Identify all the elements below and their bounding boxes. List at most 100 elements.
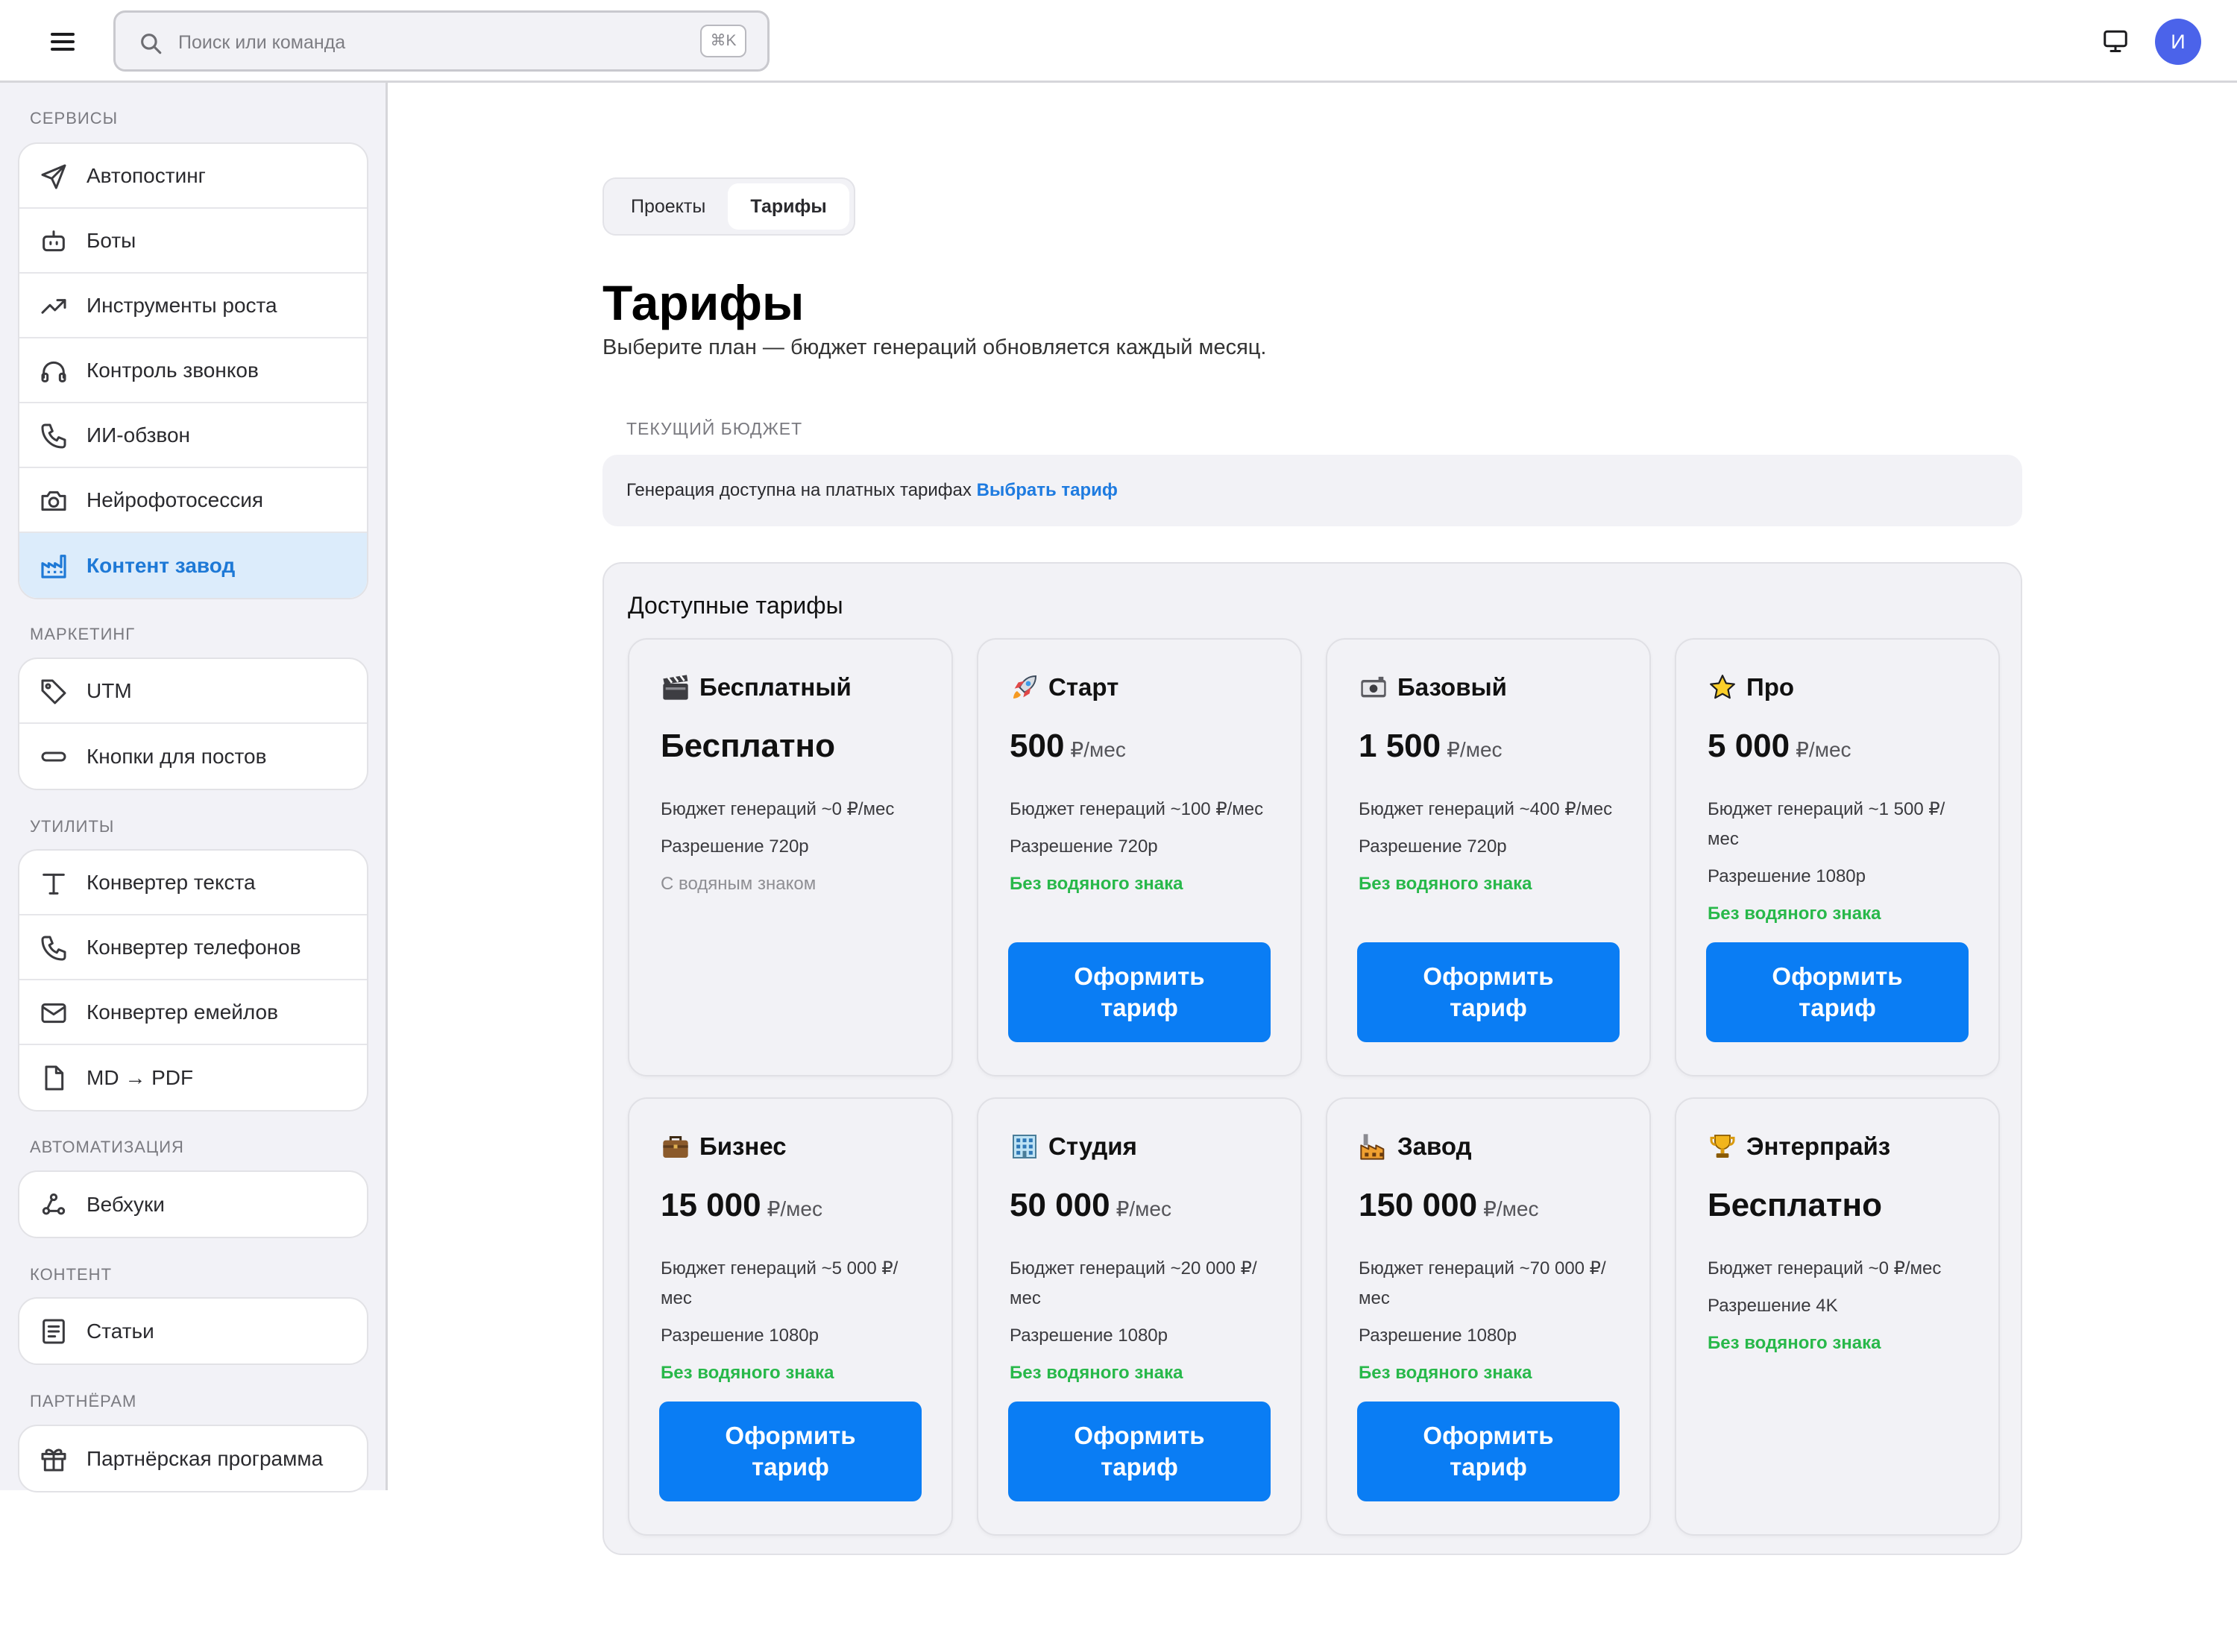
tab-projects[interactable]: Проекты (608, 183, 728, 230)
sidebar-item-label: Нейрофотосессия (86, 488, 264, 511)
plan-feature-resolution: Разрешение 1080p (661, 1325, 819, 1346)
sidebar-item-label: ИИ-обзвон (86, 423, 191, 447)
sidebar-item-autoposting[interactable]: Автопостинг (19, 144, 367, 209)
plans-title: Доступные тарифы (628, 592, 843, 619)
subscribe-button-line2: тариф (1101, 1453, 1178, 1481)
plan-card-header: Бизнес (661, 1132, 787, 1161)
plan-feature-watermark: Без водяного знака (1010, 1363, 1183, 1383)
sidebar-item-label: Контроль звонков (86, 358, 259, 382)
factory-icon (41, 555, 66, 578)
sidebar-item-md-to-pdf[interactable]: MD → PDF (19, 1045, 367, 1110)
subscribe-button[interactable]: Оформить тариф (1706, 942, 1969, 1042)
sidebar-item-email-converter[interactable]: Конвертер емейлов (19, 980, 367, 1045)
hamburger-menu-icon[interactable] (48, 30, 78, 54)
plan-card-free: Бесплатный Бесплатно Бюджет генераций ~0… (628, 638, 953, 1076)
sidebar-group-marketing: UTM Кнопки для постов (18, 658, 368, 790)
choose-plan-link[interactable]: Выбрать тариф (977, 480, 1118, 500)
send-icon (41, 164, 66, 189)
sidebar-item-phone-converter[interactable]: Конвертер телефонов (19, 915, 367, 980)
plan-feature-resolution: Разрешение 720p (1010, 836, 1158, 857)
plan-features: Бюджет генераций ~400 ₽/мес Разрешение 7… (1359, 795, 1627, 907)
plan-price-value: 50 000 (1010, 1187, 1110, 1223)
plan-price-value: 5 000 (1708, 728, 1790, 764)
subscribe-button-line1: Оформить (725, 1422, 856, 1449)
sidebar-item-partner-program[interactable]: Партнёрская программа (19, 1426, 367, 1491)
sidebar-item-label: Партнёрская программа (86, 1446, 324, 1470)
section-title-automation: Автоматизация (30, 1138, 184, 1156)
sidebar-item-call-control[interactable]: Контроль звонков (19, 338, 367, 403)
building-icon (1013, 1135, 1036, 1158)
plan-features: Бюджет генераций ~70 000 ₽/мес Разрешени… (1359, 1254, 1627, 1396)
budget-text-wrapper: Генерация доступна на платных тарифах Вы… (626, 480, 1118, 501)
plan-feature-watermark: С водяным знаком (661, 874, 817, 894)
plan-price: 500 ₽/мес (1010, 728, 1126, 765)
plan-price-value: Бесплатно (661, 728, 835, 764)
sidebar-item-neuro-photoshoot[interactable]: Нейрофотосессия (19, 468, 367, 533)
keyboard-shortcut-badge: ⌘K (700, 25, 746, 57)
sidebar-item-content-factory[interactable]: Контент завод (19, 533, 367, 598)
sidebar-item-post-buttons[interactable]: Кнопки для постов (19, 724, 367, 789)
trending-up-icon (41, 299, 66, 314)
monitor-icon[interactable] (2101, 28, 2130, 54)
plan-card-header: Завод (1359, 1132, 1472, 1161)
plan-card-factory: Завод 150 000 ₽/мес Бюджет генераций ~70 … (1326, 1097, 1651, 1536)
plan-feature-watermark: Без водяного знака (1359, 874, 1532, 894)
plan-price-value: Бесплатно (1708, 1187, 1882, 1223)
avatar[interactable]: И (2155, 19, 2201, 65)
plan-card-header: Бесплатный (661, 672, 852, 702)
sidebar-item-label: Контент завод (86, 553, 236, 577)
sidebar-group-automation: Вебхуки (18, 1170, 368, 1238)
sidebar-item-label: Автопостинг (86, 163, 206, 187)
sidebar-item-label: Вебхуки (86, 1192, 165, 1216)
mail-icon (41, 1003, 66, 1024)
sidebar-item-ai-calling[interactable]: ИИ-обзвон (19, 403, 367, 468)
plan-name: Базовый (1397, 673, 1507, 701)
subscribe-button-line1: Оформить (1423, 1422, 1554, 1449)
section-title-services: Сервисы (30, 109, 119, 127)
search-icon (141, 34, 162, 54)
plan-name: Завод (1397, 1132, 1472, 1160)
plan-feature-resolution: Разрешение 1080p (1010, 1325, 1168, 1346)
plan-feature-resolution: Разрешение 4K (1708, 1296, 1838, 1316)
plan-card-header: Энтерпрайз (1708, 1132, 1890, 1161)
sidebar-item-label: UTM (86, 678, 132, 702)
sidebar: Сервисы Автопостинг Боты Инструменты рос… (0, 83, 388, 1492)
page-subtitle: Выберите план — бюджет генераций обновля… (602, 335, 1267, 359)
button-pill-icon (41, 751, 66, 762)
plan-name: Студия (1048, 1132, 1137, 1160)
plan-feature-resolution: Разрешение 720p (1359, 836, 1507, 857)
page-title: Тарифы (602, 275, 805, 330)
subscribe-button[interactable]: Оформить тариф (1008, 1402, 1271, 1501)
sidebar-item-text-converter[interactable]: Конвертер текста (19, 851, 367, 915)
subscribe-button[interactable]: Оформить тариф (1008, 942, 1271, 1042)
sidebar-item-webhooks[interactable]: Вебхуки (19, 1172, 367, 1237)
search-box[interactable]: ⌘K (113, 10, 770, 72)
article-icon (43, 1319, 65, 1344)
tab-tariffs[interactable]: Тарифы (728, 183, 849, 230)
sidebar-item-label: Статьи (86, 1319, 154, 1343)
plan-feature-watermark: Без водяного знака (1010, 874, 1183, 894)
search-input[interactable] (178, 26, 655, 59)
section-title-content: Контент (30, 1265, 113, 1284)
top-bar: ⌘K И (0, 0, 2237, 83)
subscribe-button[interactable]: Оформить тариф (1357, 942, 1620, 1042)
sidebar-item-articles[interactable]: Статьи (19, 1299, 367, 1363)
plan-price: Бесплатно (661, 728, 841, 765)
sidebar-item-utm[interactable]: UTM (19, 659, 367, 724)
plan-price-unit: ₽/мес (1447, 738, 1503, 761)
webhook-icon (42, 1193, 66, 1215)
plan-feature-resolution: Разрешение 720p (661, 836, 809, 857)
subscribe-button[interactable]: Оформить тариф (1357, 1402, 1620, 1501)
plan-card-header: Студия (1010, 1132, 1137, 1161)
phone-icon (41, 423, 66, 449)
sidebar-item-growth-tools[interactable]: Инструменты роста (19, 274, 367, 338)
sidebar-item-bots[interactable]: Боты (19, 209, 367, 274)
subscribe-button[interactable]: Оформить тариф (659, 1402, 922, 1501)
plan-feature-budget: Бюджет генераций ~400 ₽/мес (1359, 799, 1613, 819)
plan-feature-budget: Бюджет генераций ~0 ₽/мес (661, 799, 895, 819)
plan-card-start: Старт 500 ₽/мес Бюджет генераций ~100 ₽/м… (977, 638, 1302, 1076)
plan-card-header: Старт (1010, 672, 1118, 702)
plan-price-unit: ₽/мес (1116, 1197, 1171, 1220)
subscribe-button-line1: Оформить (1074, 1422, 1205, 1449)
star-icon (1710, 675, 1735, 699)
